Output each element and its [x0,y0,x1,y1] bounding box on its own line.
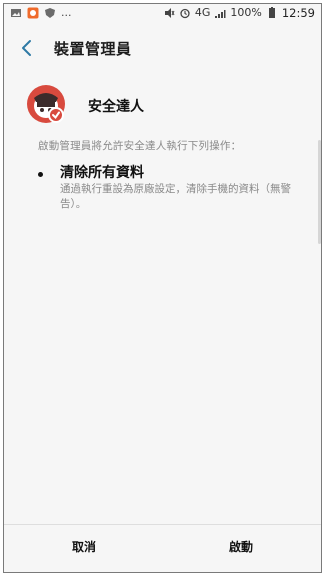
overflow-text: ... [61,6,72,19]
app-notification-icon [27,7,39,19]
network-type: 4G [194,6,211,19]
app-icon [26,84,66,124]
status-bar-left: ... [10,7,72,19]
policy-bullet [38,172,43,177]
app-name: 安全達人 [88,99,144,115]
signal-icon [214,7,226,19]
status-bar: ... 4G 100% 12:59 [4,4,321,26]
policy-description: 通過執行重設為原廠設定，清除手機的資料（無警告）。 [60,183,291,210]
alarm-icon [179,7,191,19]
action-bar: 取消 啟動 [4,524,321,572]
policy-title: 清除所有資料 [60,165,144,181]
image-icon [10,7,22,19]
admin-description: 啟動管理員將允許安全達人執行下列操作： [38,140,242,152]
cancel-button[interactable]: 取消 [34,538,134,555]
mute-icon [163,7,175,19]
clock: 12:59 [281,6,315,20]
shield-icon [44,7,56,19]
enable-button[interactable]: 啟動 [191,538,291,555]
screen-frame: ... 4G 100% 12:59 裝置管理員 安全達人 啟動管理員將允許安全達… [3,3,322,573]
battery-percent: 100% [230,6,262,19]
scroll-indicator [318,140,321,244]
battery-icon [266,7,278,19]
app-bar: 裝置管理員 [4,26,321,70]
chevron-left-icon [18,40,36,62]
page-title: 裝置管理員 [54,40,132,58]
back-button[interactable] [18,38,36,58]
status-bar-right: 4G 100% 12:59 [163,7,315,19]
